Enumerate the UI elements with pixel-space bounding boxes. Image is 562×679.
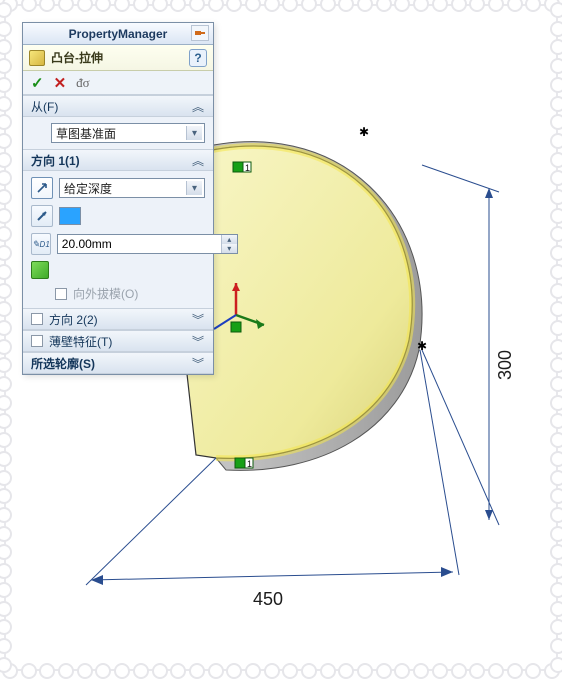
extrude-feature-icon: [29, 50, 45, 66]
end-condition-value: 给定深度: [64, 180, 112, 197]
dir2-enable-checkbox[interactable]: [31, 313, 43, 325]
property-manager-panel: PropertyManager 凸台-拉伸 ? ✓ ✕ ᵭσ 从(F) ︽ 草图…: [22, 22, 214, 375]
feature-header: 凸台-拉伸 ?: [23, 45, 213, 71]
section-dir1-header[interactable]: 方向 1(1) ︽: [23, 149, 213, 171]
pm-titlebar: PropertyManager: [23, 23, 213, 45]
section-thin-header[interactable]: 薄壁特征(T) ︾: [23, 330, 213, 352]
chevron-down-icon: ▾: [186, 126, 202, 140]
ok-button[interactable]: ✓: [31, 74, 44, 92]
preview-button[interactable]: ᵭσ: [76, 75, 90, 91]
chevron-down-icon: ︾: [191, 333, 205, 350]
pm-title-text: PropertyManager: [69, 27, 168, 41]
spin-up-button[interactable]: ▴: [222, 235, 237, 244]
help-button[interactable]: ?: [189, 49, 207, 67]
svg-text:✱: ✱: [359, 125, 369, 139]
section-contour-label: 所选轮廓(S): [31, 355, 95, 372]
svg-text:300: 300: [495, 350, 515, 380]
draft-outward-checkbox: [55, 288, 67, 300]
direction-selection-well[interactable]: [59, 207, 81, 225]
section-dir2-header[interactable]: 方向 2(2) ︾: [23, 308, 213, 330]
svg-text:1: 1: [247, 459, 252, 469]
chevron-down-icon: ︾: [191, 311, 205, 328]
direction-vector-button[interactable]: [31, 205, 53, 227]
chevron-up-icon: ︽: [191, 152, 205, 169]
thin-enable-checkbox[interactable]: [31, 335, 43, 347]
section-from-header[interactable]: 从(F) ︽: [23, 95, 213, 117]
cancel-button[interactable]: ✕: [54, 74, 67, 92]
draft-toggle-button[interactable]: [31, 261, 49, 279]
confirm-row: ✓ ✕ ᵭσ: [23, 71, 213, 95]
depth-field[interactable]: [58, 235, 221, 253]
spin-down-button[interactable]: ▾: [222, 244, 237, 253]
chevron-down-icon: ▾: [186, 181, 202, 195]
end-condition-combo[interactable]: 给定深度 ▾: [59, 178, 205, 198]
chevron-down-icon: ︾: [191, 355, 205, 372]
svg-text:1: 1: [245, 163, 250, 173]
section-thin-label: 薄壁特征(T): [49, 333, 112, 350]
from-combo[interactable]: 草图基准面 ▾: [51, 123, 205, 143]
pin-icon[interactable]: [191, 25, 209, 41]
depth-icon: ✎D1: [31, 233, 51, 255]
svg-text:✱: ✱: [417, 339, 427, 353]
section-dir2-label: 方向 2(2): [49, 311, 98, 328]
depth-input[interactable]: ▴ ▾: [57, 234, 238, 254]
reverse-direction-button[interactable]: [31, 177, 53, 199]
from-combo-value: 草图基准面: [56, 125, 116, 142]
chevron-up-icon: ︽: [191, 98, 205, 115]
section-contour-header[interactable]: 所选轮廓(S) ︾: [23, 352, 213, 374]
section-dir1-label: 方向 1(1): [31, 152, 80, 169]
section-dir1-body: 给定深度 ▾ ✎D1 ▴ ▾: [23, 171, 213, 308]
section-from-label: 从(F): [31, 98, 58, 115]
section-from-body: 草图基准面 ▾: [23, 117, 213, 149]
svg-text:450: 450: [253, 589, 283, 609]
draft-outward-label: 向外拔模(O): [73, 285, 138, 302]
feature-name: 凸台-拉伸: [51, 49, 103, 66]
